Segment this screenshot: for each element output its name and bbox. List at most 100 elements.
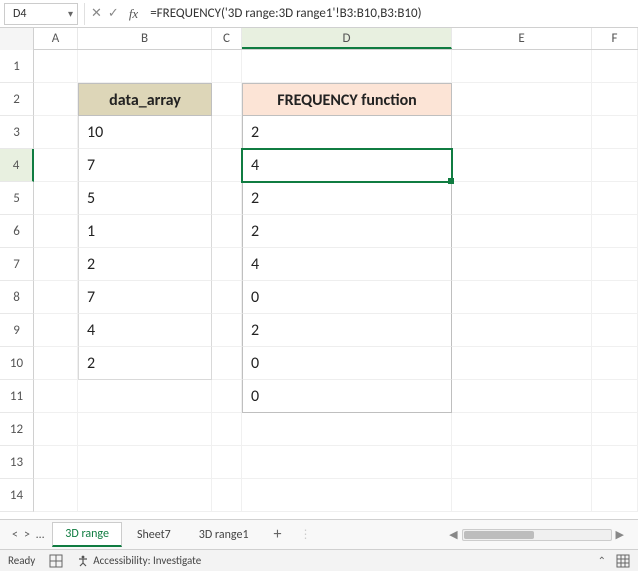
row-header-9[interactable]: 9 <box>0 314 34 347</box>
cell-F1[interactable] <box>592 50 638 83</box>
cell-F8[interactable] <box>592 281 638 314</box>
cell-E6[interactable] <box>452 215 592 248</box>
row-header-3[interactable]: 3 <box>0 116 34 149</box>
cell-F2[interactable] <box>592 83 638 116</box>
cell-E11[interactable] <box>452 380 592 413</box>
cell-B8[interactable]: 7 <box>78 281 212 314</box>
fx-icon[interactable]: fx <box>129 6 138 22</box>
cell-B6[interactable]: 1 <box>78 215 212 248</box>
cell-B12[interactable] <box>78 413 212 446</box>
cell-F13[interactable] <box>592 446 638 479</box>
cell-C4[interactable] <box>212 149 242 182</box>
cell-E1[interactable] <box>452 50 592 83</box>
cell-F10[interactable] <box>592 347 638 380</box>
cell-D10[interactable]: 0 <box>242 347 452 380</box>
accessibility-status[interactable]: Accessibility: Investigate <box>77 554 201 567</box>
row-header-4[interactable]: 4 <box>0 149 34 182</box>
cell-E2[interactable] <box>452 83 592 116</box>
cell-C5[interactable] <box>212 182 242 215</box>
cell-A3[interactable] <box>34 116 78 149</box>
cell-C8[interactable] <box>212 281 242 314</box>
row-header-8[interactable]: 8 <box>0 281 34 314</box>
cell-B14[interactable] <box>78 479 212 512</box>
cell-E7[interactable] <box>452 248 592 281</box>
cell-A10[interactable] <box>34 347 78 380</box>
cell-E8[interactable] <box>452 281 592 314</box>
cell-A13[interactable] <box>34 446 78 479</box>
tab-sheet7[interactable]: Sheet7 <box>124 523 184 547</box>
col-header-D[interactable]: D <box>242 28 452 49</box>
col-header-E[interactable]: E <box>452 28 592 49</box>
cell-F11[interactable] <box>592 380 638 413</box>
cell-F14[interactable] <box>592 479 638 512</box>
cell-F9[interactable] <box>592 314 638 347</box>
cell-D8[interactable]: 0 <box>242 281 452 314</box>
add-sheet-icon[interactable]: + <box>264 525 292 544</box>
cell-A1[interactable] <box>34 50 78 83</box>
cell-E14[interactable] <box>452 479 592 512</box>
cell-E5[interactable] <box>452 182 592 215</box>
cell-A8[interactable] <box>34 281 78 314</box>
stats-icon[interactable] <box>49 554 63 568</box>
hscroll-right-icon[interactable]: ▶ <box>612 528 628 541</box>
cell-C9[interactable] <box>212 314 242 347</box>
cell-B11[interactable] <box>78 380 212 413</box>
cell-C6[interactable] <box>212 215 242 248</box>
cell-D13[interactable] <box>242 446 452 479</box>
cell-C3[interactable] <box>212 116 242 149</box>
cell-A11[interactable] <box>34 380 78 413</box>
cell-B9[interactable]: 4 <box>78 314 212 347</box>
row-header-11[interactable]: 11 <box>0 380 34 413</box>
row-header-12[interactable]: 12 <box>0 413 34 446</box>
cell-C2[interactable] <box>212 83 242 116</box>
cancel-icon[interactable]: ✕ <box>91 6 102 21</box>
row-header-7[interactable]: 7 <box>0 248 34 281</box>
cell-D7[interactable]: 4 <box>242 248 452 281</box>
col-header-C[interactable]: C <box>212 28 242 49</box>
row-header-6[interactable]: 6 <box>0 215 34 248</box>
tab-3d-range1[interactable]: 3D range1 <box>186 523 262 547</box>
cell-A9[interactable] <box>34 314 78 347</box>
cell-B13[interactable] <box>78 446 212 479</box>
cell-A2[interactable] <box>34 83 78 116</box>
select-all-corner[interactable] <box>0 28 34 50</box>
cell-F5[interactable] <box>592 182 638 215</box>
cell-D11[interactable]: 0 <box>242 380 452 413</box>
row-header-13[interactable]: 13 <box>0 446 34 479</box>
cell-D2-header[interactable]: FREQUENCY function <box>242 83 452 116</box>
cell-E3[interactable] <box>452 116 592 149</box>
row-header-10[interactable]: 10 <box>0 347 34 380</box>
cell-E13[interactable] <box>452 446 592 479</box>
cell-B5[interactable]: 5 <box>78 182 212 215</box>
chevron-down-icon[interactable]: ▾ <box>68 7 73 20</box>
cell-F4[interactable] <box>592 149 638 182</box>
cell-B7[interactable]: 2 <box>78 248 212 281</box>
tab-more-icon[interactable]: … <box>36 528 44 542</box>
tab-3d-range[interactable]: 3D range <box>52 522 122 547</box>
col-header-B[interactable]: B <box>78 28 212 49</box>
hscroll-left-icon[interactable]: ◀ <box>445 528 461 541</box>
cell-D5[interactable]: 2 <box>242 182 452 215</box>
fill-handle[interactable] <box>448 178 454 184</box>
cell-C7[interactable] <box>212 248 242 281</box>
cell-B2-header[interactable]: data_array <box>78 83 212 116</box>
accept-icon[interactable]: ✓ <box>108 6 119 21</box>
cell-C13[interactable] <box>212 446 242 479</box>
cell-D1[interactable] <box>242 50 452 83</box>
row-header-5[interactable]: 5 <box>0 182 34 215</box>
cell-A4[interactable] <box>34 149 78 182</box>
col-header-F[interactable]: F <box>592 28 638 49</box>
row-header-2[interactable]: 2 <box>0 83 34 116</box>
cell-C12[interactable] <box>212 413 242 446</box>
cell-D9[interactable]: 2 <box>242 314 452 347</box>
formula-input[interactable]: =FREQUENCY('3D range:3D range1'!B3:B10,B… <box>146 3 634 25</box>
cell-A12[interactable] <box>34 413 78 446</box>
cell-F12[interactable] <box>592 413 638 446</box>
cell-C1[interactable] <box>212 50 242 83</box>
cell-A14[interactable] <box>34 479 78 512</box>
view-normal-icon[interactable] <box>616 554 630 568</box>
cell-D12[interactable] <box>242 413 452 446</box>
cell-C11[interactable] <box>212 380 242 413</box>
cell-E4[interactable] <box>452 149 592 182</box>
row-header-1[interactable]: 1 <box>0 50 34 83</box>
